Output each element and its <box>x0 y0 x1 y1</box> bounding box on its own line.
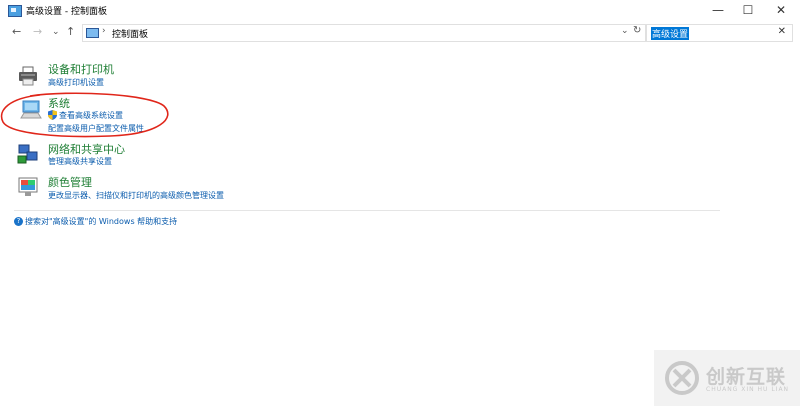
link-manage-advanced-sharing[interactable]: 管理高级共享设置 <box>48 156 112 167</box>
back-button[interactable]: ← <box>12 25 21 39</box>
help-search-text[interactable]: 搜索对"高级设置"的 Windows 帮助和支持 <box>25 217 177 226</box>
address-toolbar: ← → ⌄ ↑ › 控制面板 ⌄ ↻ 高级设置 ✕ <box>0 22 800 44</box>
window-title: 高级设置 - 控制面板 <box>26 7 107 17</box>
search-text[interactable]: 高级设置 <box>651 27 690 40</box>
watermark-logo: 创新互联 CHUANG XIN HU LIAN <box>654 350 800 406</box>
title-bar: 高级设置 - 控制面板 — ☐ ✕ <box>0 0 800 22</box>
link-advanced-printer-settings[interactable]: 高级打印机设置 <box>48 77 104 88</box>
control-panel-icon <box>86 28 99 38</box>
help-search-link[interactable]: ? 搜索对"高级设置"的 Windows 帮助和支持 <box>14 216 177 227</box>
chuangxin-logo-icon <box>665 361 699 395</box>
control-panel-icon <box>8 5 22 17</box>
address-dropdown-icon[interactable]: ⌄ <box>621 26 629 36</box>
help-icon: ? <box>14 217 23 226</box>
watermark-name-en: CHUANG XIN HU LIAN <box>706 386 790 393</box>
divider <box>14 210 720 211</box>
up-button[interactable]: ↑ <box>66 25 75 39</box>
refresh-icon[interactable]: ↻ <box>633 25 641 36</box>
close-button[interactable]: ✕ <box>766 0 796 22</box>
result-title-devices-printers[interactable]: 设备和打印机 <box>48 61 114 77</box>
recent-locations-button[interactable]: ⌄ <box>52 25 60 39</box>
search-input[interactable]: 高级设置 ✕ <box>646 24 793 42</box>
watermark-name-cn: 创新互联 <box>706 366 787 388</box>
result-title-color-management[interactable]: 颜色管理 <box>48 174 92 190</box>
link-change-color-management-settings[interactable]: 更改显示器、扫描仪和打印机的高级颜色管理设置 <box>48 190 224 201</box>
printer-icon <box>19 66 37 86</box>
result-title-network-sharing[interactable]: 网络和共享中心 <box>48 141 125 157</box>
red-highlight-annotation <box>0 92 169 138</box>
forward-button[interactable]: → <box>33 25 42 39</box>
maximize-button[interactable]: ☐ <box>733 0 763 22</box>
breadcrumb-chevron-icon[interactable]: › <box>102 26 106 36</box>
clear-search-icon[interactable]: ✕ <box>778 26 786 37</box>
minimize-button[interactable]: — <box>703 0 733 22</box>
color-management-icon <box>18 177 38 196</box>
address-field[interactable]: › 控制面板 ⌄ ↻ <box>82 24 646 42</box>
network-icon <box>17 144 38 164</box>
breadcrumb-control-panel[interactable]: 控制面板 <box>112 27 148 40</box>
